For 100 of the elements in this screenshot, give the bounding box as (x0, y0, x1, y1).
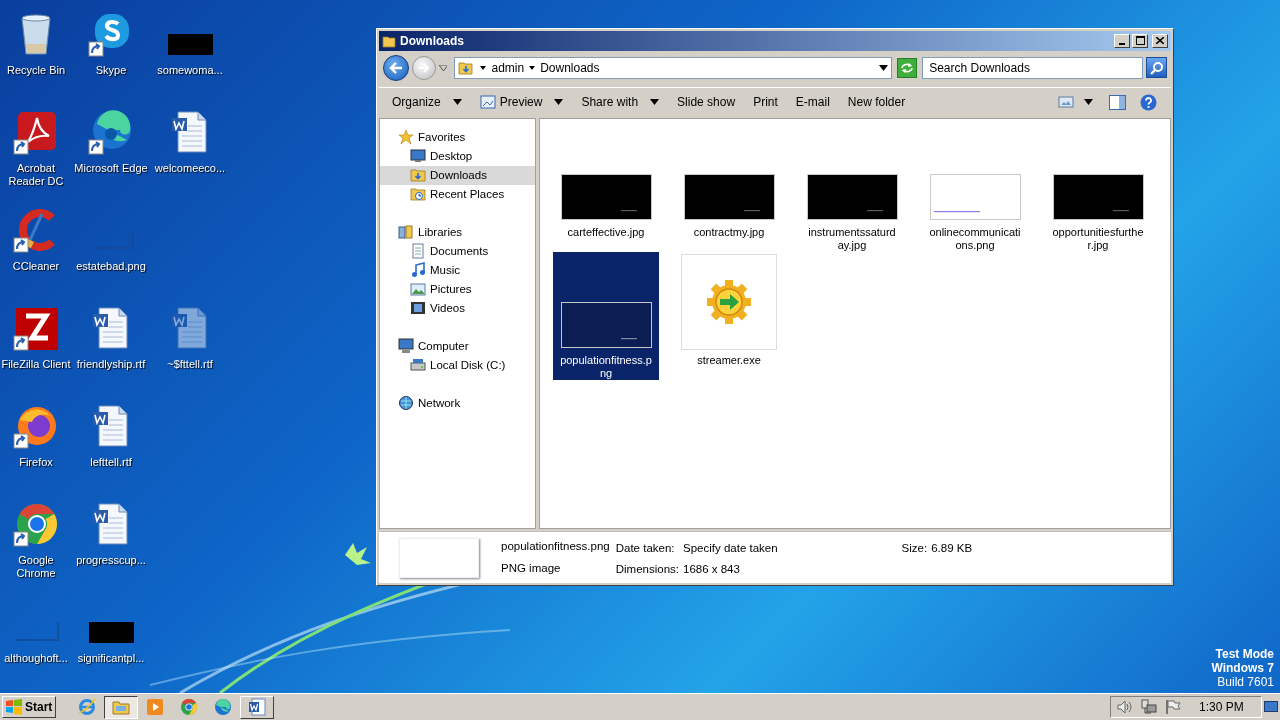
tree-item[interactable]: Libraries (380, 222, 535, 242)
icon-label[interactable]: significantpl... (73, 652, 149, 665)
back-button[interactable] (383, 54, 409, 81)
file-name[interactable]: opportunitiesfurther.jpg (1052, 225, 1144, 252)
show-desktop-icon[interactable] (1264, 700, 1278, 714)
icon-label[interactable]: welcomeeco... (152, 162, 228, 175)
file-item[interactable]: opportunitiesfurther.jpg (1045, 123, 1151, 252)
icon-label[interactable]: somewoma... (152, 64, 228, 77)
document-icon (410, 243, 426, 260)
close-button[interactable] (1152, 33, 1168, 48)
file-name[interactable]: contractmy.jpg (683, 225, 775, 239)
file-name[interactable]: streamer.exe (683, 353, 775, 367)
tree-item[interactable]: Desktop (380, 146, 535, 166)
property-value[interactable]: 1686 x 843 (683, 561, 778, 579)
toolbar-button[interactable]: New folder (842, 90, 911, 115)
word-icon[interactable] (247, 697, 267, 717)
file-type: PNG image (501, 560, 562, 576)
icon-label[interactable]: Firefox (0, 456, 74, 469)
toolbar-button[interactable]: E-mail (790, 90, 835, 115)
picture-icon (479, 95, 496, 110)
monitor-icon (410, 148, 426, 165)
breadcrumb[interactable]: admin (491, 58, 525, 77)
music-note-icon (410, 262, 426, 279)
icon-label[interactable]: Recycle Bin (0, 64, 74, 77)
file-item[interactable]: carteffective.jpg (553, 123, 659, 252)
property-value[interactable]: Specify date taken (683, 540, 778, 558)
preview-pane-icon[interactable] (1109, 94, 1126, 110)
file-name[interactable]: instrumentssaturday.jpg (806, 225, 898, 252)
dropdown-icon[interactable] (879, 64, 889, 71)
tree-item[interactable]: Downloads (380, 165, 535, 185)
edge-icon[interactable] (213, 697, 233, 717)
icon-label[interactable]: althoughoft... (0, 652, 74, 665)
breadcrumb-arrow-icon[interactable] (480, 64, 487, 71)
folder-icon (410, 186, 426, 203)
breadcrumb-arrow-icon[interactable] (529, 64, 536, 71)
icon-label[interactable]: FileZilla Client (0, 358, 74, 371)
tree-item[interactable]: Music (380, 260, 535, 280)
breadcrumb[interactable]: Downloads (540, 58, 600, 77)
icon-label[interactable]: ~$fttell.rtf (152, 358, 228, 371)
menu-button[interactable]: Preview (474, 90, 569, 115)
refresh-button[interactable] (897, 57, 918, 78)
file-item[interactable]: onlinecommunications.png (922, 123, 1028, 252)
icon-label[interactable]: lefttell.rtf (73, 456, 149, 469)
icon-label[interactable]: progresscup... (73, 554, 149, 567)
network-icon[interactable] (1141, 699, 1157, 715)
chrome-icon[interactable] (179, 697, 199, 717)
icon-label[interactable]: Google Chrome (0, 554, 74, 580)
gear-icon (705, 277, 753, 326)
file-item[interactable]: instrumentssaturday.jpg (799, 123, 905, 252)
tree-item[interactable]: Local Disk (C:) (380, 355, 535, 375)
computer-icon (398, 338, 414, 355)
tree-item[interactable]: Network (380, 393, 535, 413)
library-icon (398, 224, 414, 241)
search-icon (1149, 60, 1164, 75)
icon-label[interactable]: estatebad.png (73, 260, 149, 273)
icon-label[interactable]: Skype (73, 64, 149, 77)
close-icon (1156, 37, 1164, 45)
picture-icon (410, 281, 426, 298)
history-dropdown-icon[interactable] (438, 64, 448, 71)
speaker-icon[interactable] (1117, 700, 1133, 714)
property-label: Size: (901, 541, 928, 557)
menu-button[interactable]: Share with (576, 90, 665, 115)
film-icon (410, 300, 426, 317)
tree-item[interactable]: Documents (380, 241, 535, 261)
file-name[interactable]: populationfitness.png (560, 353, 652, 380)
tree-item[interactable]: Videos (380, 298, 535, 318)
file-item[interactable]: contractmy.jpg (676, 123, 782, 252)
tree-item[interactable]: Pictures (380, 279, 535, 299)
star-icon (398, 129, 414, 146)
toolbar-button[interactable]: Slide show (672, 90, 741, 115)
search-button[interactable] (1146, 57, 1167, 79)
tree-item[interactable]: Computer (380, 336, 535, 356)
property-value[interactable]: 6.89 KB (931, 540, 973, 558)
file-item[interactable]: populationfitness.png (553, 251, 659, 380)
os-notice-text: Test Mode (1215, 647, 1274, 661)
icon-label[interactable]: Acrobat Reader DC (0, 162, 74, 188)
address-bar[interactable]: admin Downloads (454, 56, 893, 79)
caret-icon (452, 99, 462, 106)
folder-icon (410, 167, 426, 184)
dropdown-icon[interactable] (1084, 99, 1093, 106)
icon-label[interactable]: friendlyship.rtf (73, 358, 149, 371)
tree-item[interactable]: Recent Places (380, 184, 535, 204)
clock[interactable]: 1:30 PM (1199, 698, 1244, 716)
flag-icon[interactable] (1165, 699, 1181, 715)
os-notice-text: Windows 7 (1211, 661, 1274, 675)
file-name[interactable]: carteffective.jpg (560, 225, 652, 239)
help-icon[interactable] (1140, 93, 1157, 111)
menu-button[interactable]: Organize (387, 90, 467, 115)
tree-item[interactable]: Favorites (380, 127, 535, 147)
caret-icon (650, 99, 660, 106)
minimize-icon (1119, 42, 1125, 45)
start-button[interactable]: Start (2, 696, 56, 718)
toolbar-button[interactable]: Print (748, 90, 783, 115)
file-name[interactable]: onlinecommunications.png (929, 225, 1021, 252)
icon-label[interactable]: Microsoft Edge (73, 162, 149, 175)
icon-label[interactable]: CCleaner (0, 260, 74, 273)
maximize-button[interactable] (1132, 33, 1148, 48)
taskbar-button[interactable] (104, 695, 138, 719)
minimize-button[interactable] (1114, 33, 1130, 48)
search-field[interactable]: Search Downloads (922, 56, 1144, 79)
